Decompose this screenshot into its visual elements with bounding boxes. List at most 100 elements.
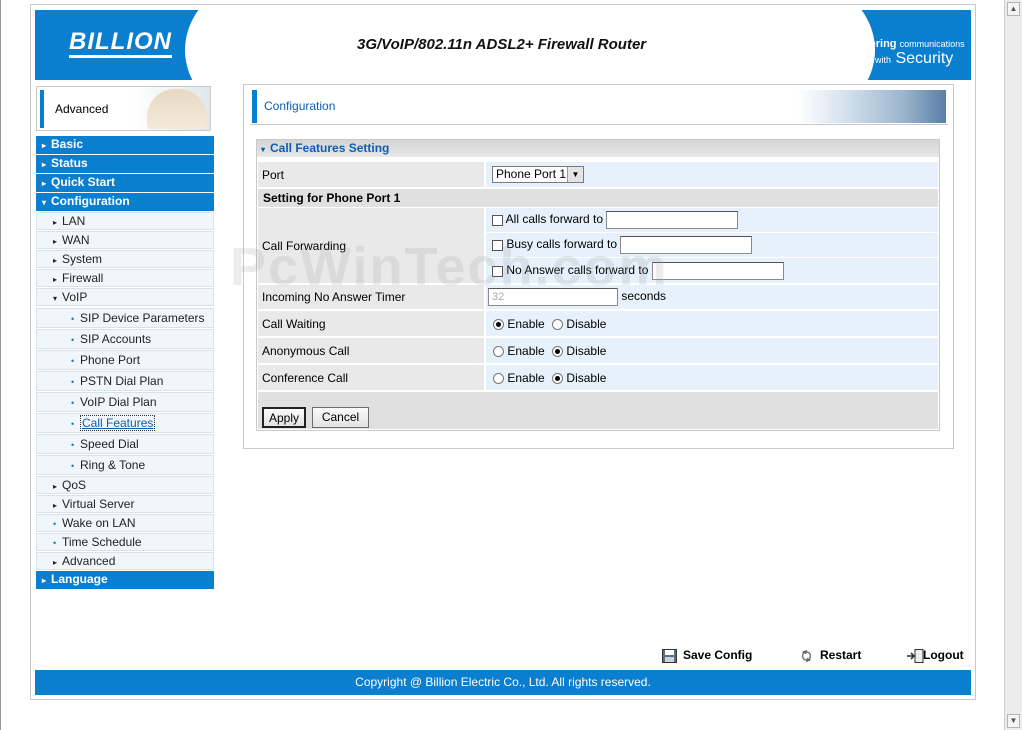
conference-enable-radio[interactable]	[493, 373, 504, 385]
all-calls-number-input[interactable]	[606, 211, 739, 229]
no-answer-label: No Answer calls forward to	[506, 263, 649, 278]
call-waiting-row: Call Waiting Enable Disable	[258, 311, 938, 336]
sidebar-item-wan[interactable]: ▸ WAN	[36, 231, 214, 249]
enable-label: Enable	[507, 344, 545, 358]
logout-link[interactable]: Logout	[906, 648, 964, 663]
copyright-bar: Copyright @ Billion Electric Co., Ltd. A…	[35, 670, 971, 695]
tagline-security: with Security	[875, 50, 954, 67]
call-waiting-label: Call Waiting	[262, 316, 326, 331]
caret-down-icon: ▾	[261, 145, 266, 154]
sidebar-item-virtual-server[interactable]: ▸ Virtual Server	[36, 495, 214, 513]
sidebar-item-sip-device-parameters[interactable]: • SIP Device Parameters	[36, 308, 214, 328]
office-banner-image	[798, 90, 946, 123]
sidebar-item-configuration[interactable]: ▾ Configuration	[36, 193, 214, 211]
save-config-link[interactable]: Save Config	[662, 648, 752, 663]
disable-label: Disable	[566, 344, 607, 358]
caret-right-icon: ▸	[53, 218, 58, 227]
conference-disable-radio[interactable]	[552, 373, 564, 385]
mode-box: Advanced	[36, 86, 211, 131]
page-title: Configuration	[264, 99, 336, 113]
caret-right-icon: ▸	[53, 482, 58, 491]
sidebar-nav: ▸ Basic ▸ Status ▸ Quick Start ▾ Configurati…	[36, 136, 214, 590]
bullet-icon: •	[71, 356, 75, 366]
sidebar-item-time-schedule[interactable]: • Time Schedule	[36, 533, 214, 551]
floppy-disk-icon	[662, 648, 677, 663]
no-answer-number-input[interactable]	[651, 262, 784, 280]
port-subheading: Setting for Phone Port 1	[258, 189, 938, 207]
enable-label: Enable	[507, 317, 545, 331]
timer-input[interactable]: 32	[488, 288, 618, 306]
busy-calls-label: Busy calls forward to	[506, 237, 618, 252]
scroll-up-icon[interactable]: ▲	[1007, 2, 1020, 16]
caret-right-icon: ▸	[53, 256, 58, 265]
sidebar-item-voip-dial-plan[interactable]: • VoIP Dial Plan	[36, 392, 214, 412]
sidebar-item-lan[interactable]: ▸ LAN	[36, 212, 214, 230]
apply-button[interactable]: Apply	[262, 407, 306, 428]
bullet-icon: •	[71, 419, 75, 429]
sidebar-item-status[interactable]: ▸ Status	[36, 155, 214, 173]
sidebar-item-pstn-dial-plan[interactable]: • PSTN Dial Plan	[36, 371, 214, 391]
restart-link[interactable]: Restart	[799, 648, 861, 663]
anonymous-enable-radio[interactable]	[493, 346, 504, 358]
anonymous-call-label: Anonymous Call	[262, 343, 350, 358]
port-select[interactable]: Phone Port 1 ▼	[492, 166, 584, 183]
call-waiting-enable-radio[interactable]	[493, 319, 504, 331]
scroll-down-icon[interactable]: ▼	[1007, 714, 1020, 728]
restart-icon	[799, 649, 814, 663]
sidebar-item-call-features[interactable]: • Call Features	[36, 413, 214, 433]
caret-right-icon: ▸	[53, 275, 58, 284]
caret-right-icon: ▸	[53, 501, 58, 510]
page-header: Configuration	[250, 90, 948, 123]
sidebar-item-sip-accounts[interactable]: • SIP Accounts	[36, 329, 214, 349]
enable-label: Enable	[507, 371, 545, 385]
caret-right-icon: ▸	[53, 558, 58, 567]
busy-calls-checkbox[interactable]	[492, 239, 503, 251]
sidebar-item-firewall[interactable]: ▸ Firewall	[36, 269, 214, 287]
caret-right-icon: ▸	[42, 141, 47, 150]
sidebar-item-ring-tone[interactable]: • Ring & Tone	[36, 455, 214, 475]
billion-logo: BILLION	[69, 30, 172, 58]
caret-right-icon: ▸	[53, 237, 58, 246]
caret-right-icon: ▸	[42, 160, 47, 169]
section-header[interactable]: ▾ Call Features Setting	[257, 140, 939, 157]
sidebar-item-quick-start[interactable]: ▸ Quick Start	[36, 174, 214, 192]
anonymous-disable-radio[interactable]	[552, 346, 564, 358]
call-waiting-disable-radio[interactable]	[552, 319, 564, 331]
sidebar-item-voip[interactable]: ▾ VoIP	[36, 288, 214, 306]
call-forwarding-row: Call Forwarding All calls forward to Bus…	[258, 208, 938, 283]
mode-label: Advanced	[55, 102, 109, 116]
conference-call-row: Conference Call Enable Disable	[258, 365, 938, 390]
sidebar-item-phone-port[interactable]: • Phone Port	[36, 350, 214, 370]
busy-calls-number-input[interactable]	[620, 236, 753, 254]
disable-label: Disable	[566, 317, 607, 331]
port-row: Port Phone Port 1 ▼	[258, 162, 938, 187]
vertical-scrollbar[interactable]: ▲ ▼	[1004, 0, 1022, 730]
anonymous-call-row: Anonymous Call Enable Disable	[258, 338, 938, 363]
bullet-icon: •	[71, 461, 75, 471]
sidebar-item-advanced[interactable]: ▸ Advanced	[36, 552, 214, 570]
sidebar-item-language[interactable]: ▸ Language	[36, 571, 214, 589]
bullet-icon: •	[53, 538, 57, 548]
chevron-down-icon[interactable]: ▼	[567, 167, 583, 182]
header-banner: BILLION 3G/VoIP/802.11n ADSL2+ Firewall …	[35, 10, 971, 80]
bullet-icon: •	[71, 440, 75, 450]
no-answer-checkbox[interactable]	[492, 265, 503, 277]
sidebar-item-wake-on-lan[interactable]: • Wake on LAN	[36, 514, 214, 532]
disable-label: Disable	[566, 371, 607, 385]
sidebar-item-qos[interactable]: ▸ QoS	[36, 476, 214, 494]
bullet-icon: •	[71, 377, 75, 387]
bullet-icon: •	[71, 335, 75, 345]
cancel-button[interactable]: Cancel	[312, 407, 369, 428]
all-calls-checkbox[interactable]	[492, 214, 503, 226]
sidebar-item-basic[interactable]: ▸ Basic	[36, 136, 214, 154]
caret-down-icon: ▾	[42, 198, 47, 207]
tagline: Powering communications	[847, 38, 965, 50]
port-label: Port	[262, 167, 285, 182]
all-calls-label: All calls forward to	[505, 212, 604, 227]
woman-photo	[147, 89, 207, 129]
caret-down-icon: ▾	[53, 294, 58, 303]
sidebar-item-system[interactable]: ▸ System	[36, 250, 214, 268]
sidebar-item-speed-dial[interactable]: • Speed Dial	[36, 434, 214, 454]
timer-label: Incoming No Answer Timer	[262, 290, 406, 304]
bullet-icon: •	[71, 314, 75, 324]
